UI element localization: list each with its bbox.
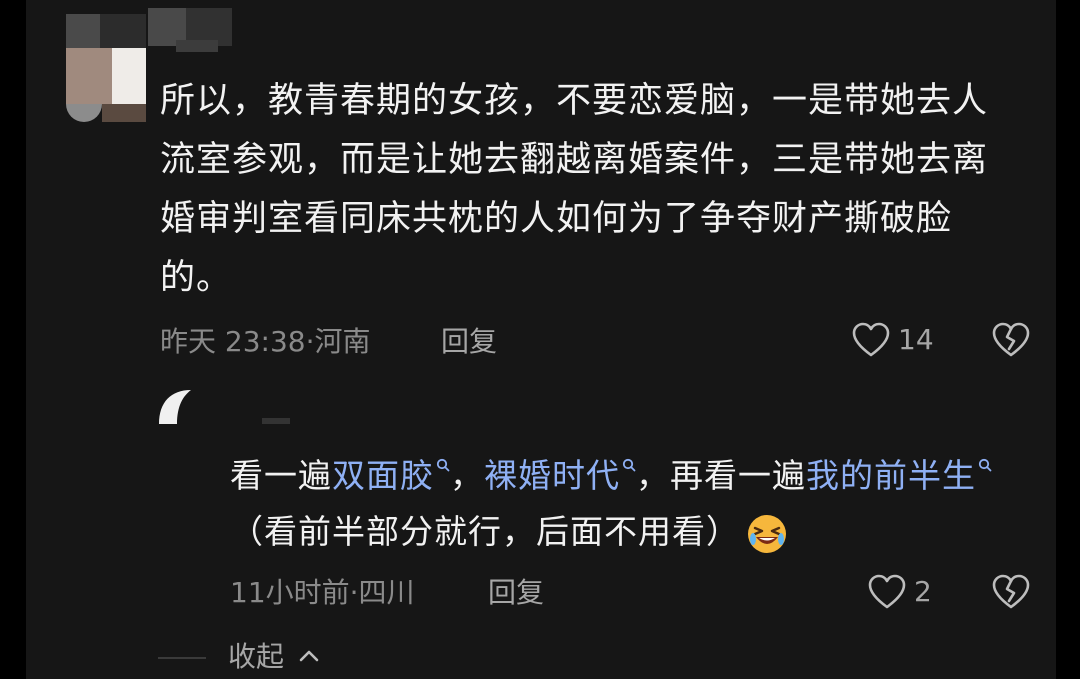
reply-like-button[interactable]: 2 — [868, 574, 932, 610]
collapse-divider — [158, 657, 206, 659]
reply-segment: 看一遍 — [230, 456, 332, 495]
reply-text: 看一遍双面胶 ，裸婚时代 ，再看一遍我的前半生 （看前半部分就行，后面不用看） — [230, 448, 1030, 560]
like-count: 14 — [898, 323, 934, 356]
search-icon — [436, 458, 450, 472]
reply-button[interactable]: 回复 — [441, 325, 497, 359]
keyword-link-wodeqianbansheng[interactable]: 我的前半生 — [806, 456, 992, 495]
keyword-link-shuangmianjiao[interactable]: 双面胶 — [332, 456, 450, 495]
meta-separator: · — [349, 576, 359, 609]
comment-meta: 昨天 23:38·河南 — [160, 325, 371, 359]
broken-heart-icon[interactable] — [992, 574, 1030, 610]
screen: 所以，教青春期的女孩，不要恋爱脑，一是带她去人流室参观，而是让她去翻越离婚案件，… — [0, 0, 1080, 679]
reply-like-count: 2 — [914, 575, 932, 608]
reply-avatar[interactable] — [157, 388, 193, 426]
collapse-button[interactable]: 收起 — [228, 640, 284, 674]
like-button[interactable]: 14 — [852, 322, 934, 358]
reply-segment: ，再看一遍 — [636, 456, 806, 495]
heart-outline-icon — [868, 574, 906, 610]
reply-meta: 11小时前·四川 — [230, 576, 415, 610]
reply-time: 11小时前 — [230, 576, 350, 609]
keyword-link-luohunshidai[interactable]: 裸婚时代 — [484, 456, 636, 495]
heart-outline-icon — [852, 322, 890, 358]
comment-text: 所以，教青春期的女孩，不要恋爱脑，一是带她去人流室参观，而是让她去翻越离婚案件，… — [160, 81, 989, 298]
reply-username-blurred[interactable] — [262, 418, 290, 424]
comment-time: 昨天 23:38 — [160, 325, 306, 358]
reply-segment: （看前半部分就行，后面不用看） — [230, 512, 740, 551]
meta-separator: · — [305, 325, 315, 358]
reply-to-reply-button[interactable]: 回复 — [488, 576, 544, 610]
search-icon — [978, 458, 992, 472]
username-blurred-tail — [176, 40, 218, 52]
laughing-crying-emoji-icon — [748, 514, 786, 553]
broken-heart-icon[interactable] — [992, 322, 1030, 358]
avatar[interactable] — [66, 14, 146, 122]
reply-segment: ， — [450, 456, 484, 495]
chevron-up-icon[interactable] — [298, 648, 320, 667]
search-icon — [622, 458, 636, 472]
reply-location: 四川 — [358, 576, 415, 609]
comment-location: 河南 — [314, 325, 371, 358]
